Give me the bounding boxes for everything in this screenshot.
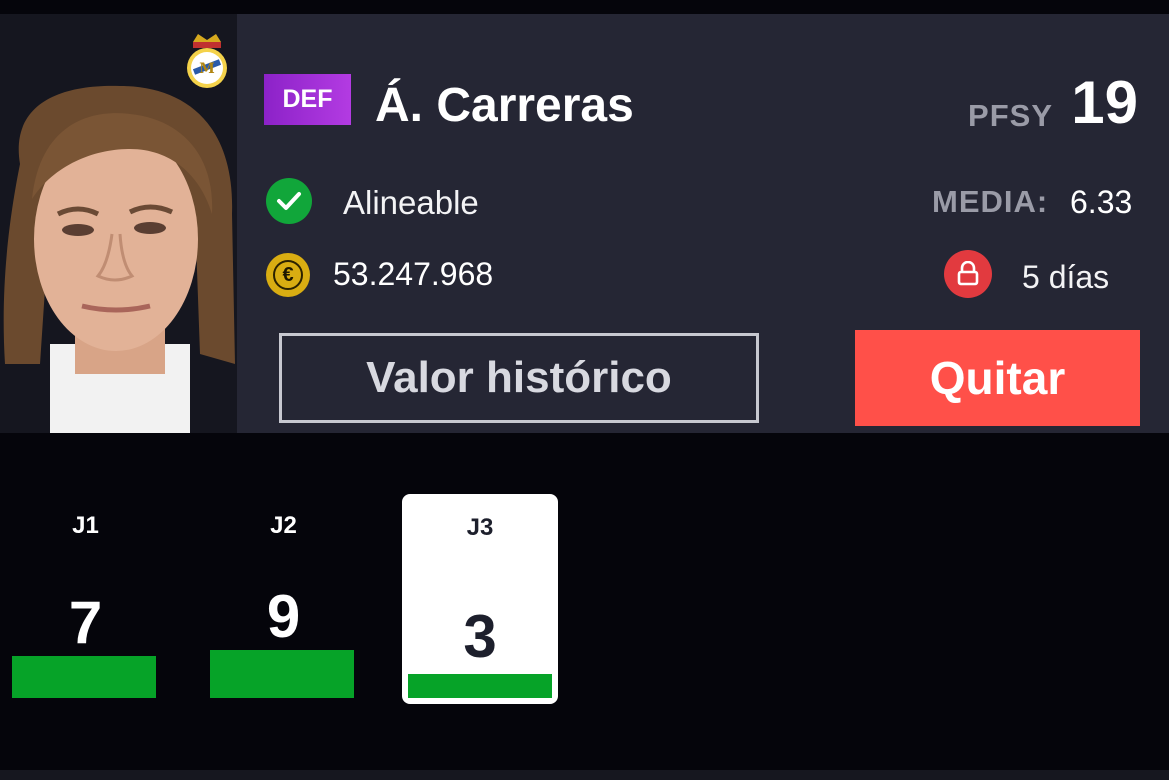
round-points-bar <box>408 674 552 698</box>
position-badge: DEF <box>264 74 351 125</box>
market-value: 53.247.968 <box>333 256 494 292</box>
club-crest-icon: M <box>184 32 230 92</box>
lock-icon <box>944 250 992 298</box>
round-label: J2 <box>270 512 297 539</box>
svg-text:M: M <box>199 61 215 77</box>
round-points-bar <box>12 656 156 698</box>
round-points: 7 <box>68 589 103 656</box>
score-value: 19 <box>1071 69 1138 136</box>
player-name: Á. Carreras <box>375 79 634 132</box>
round-label: J3 <box>466 514 494 541</box>
bottom-divider <box>0 770 1169 780</box>
round-card-j3-selected[interactable]: J3 3 <box>402 494 558 704</box>
round-card-j1[interactable]: J1 7 <box>8 500 163 700</box>
euro-coin-icon: € <box>266 253 310 297</box>
round-card-j2[interactable]: J2 9 <box>206 500 361 700</box>
round-label: J1 <box>72 512 99 539</box>
average-value: 6.33 <box>1070 184 1133 220</box>
round-points-bar <box>210 650 354 698</box>
average-label: MEDIA: <box>932 184 1049 219</box>
round-points: 9 <box>266 583 301 650</box>
lock-duration: 5 días <box>1022 259 1110 295</box>
round-points: 3 <box>463 603 497 670</box>
history-value-button[interactable]: Valor histórico <box>279 333 759 423</box>
score-label: PFSY <box>968 98 1053 133</box>
availability-status: Alineable <box>343 184 479 221</box>
check-icon <box>266 178 312 224</box>
remove-button[interactable]: Quitar <box>855 330 1140 426</box>
top-strip <box>0 0 1169 14</box>
